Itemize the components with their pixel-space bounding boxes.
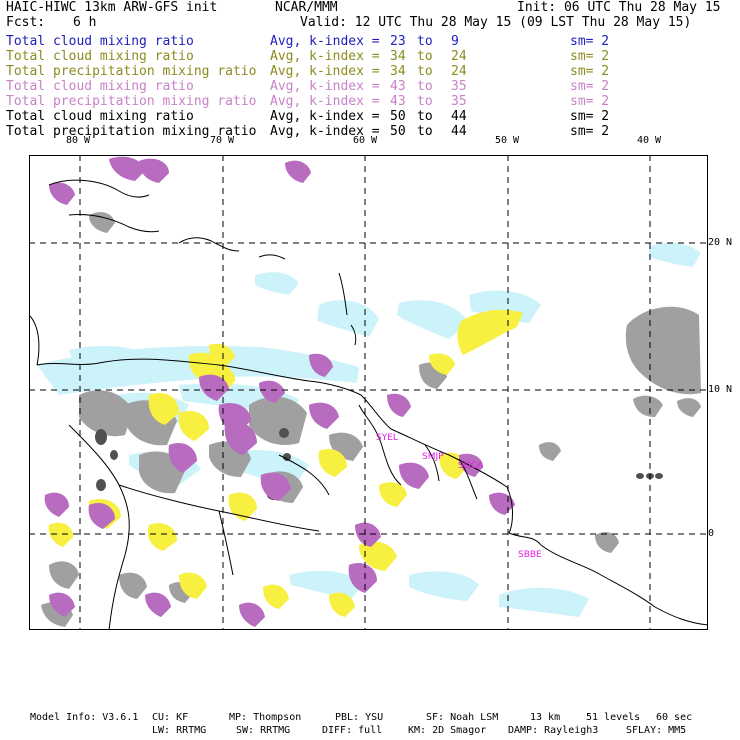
legend-to-word: to (417, 64, 433, 79)
lon-label-60w: 60 W (353, 135, 378, 146)
legend-k-from: 23 (390, 34, 406, 49)
legend-k-from: 43 (390, 79, 406, 94)
legend-to-word: to (417, 109, 433, 124)
model-version: Model Info: V3.6.1 (30, 712, 139, 723)
legend-smoothing: sm= 2 (570, 49, 610, 64)
legend-smoothing: sm= 2 (570, 34, 610, 49)
legend-to-word: to (417, 124, 433, 139)
legend-k-from: 43 (390, 94, 406, 109)
legend-to-word: to (417, 34, 433, 49)
legend-k-to: 35 (451, 94, 467, 109)
diffusion: DIFF: full (322, 725, 383, 736)
station-soca: SOCA (458, 461, 484, 471)
legend-avg-label: Avg, k-index = (270, 49, 380, 64)
legend-to-word: to (417, 49, 433, 64)
damping: DAMP: Rayleigh3 (508, 725, 599, 736)
legend-k-from: 50 (390, 109, 406, 124)
legend-smoothing: sm= 2 (570, 94, 610, 109)
legend-k-from: 34 (390, 49, 406, 64)
legend-field-name: Total cloud mixing ratio (6, 79, 194, 94)
legend-smoothing: sm= 2 (570, 64, 610, 79)
legend-avg-label: Avg, k-index = (270, 109, 380, 124)
station-sbbe: SBBE (518, 550, 542, 560)
lat-label-10n: 10 N (708, 384, 733, 395)
time-step: 60 sec (656, 712, 693, 723)
legend-field-name: Total cloud mixing ratio (6, 109, 194, 124)
legend-smoothing: sm= 2 (570, 109, 610, 124)
org-label: NCAR/MMM (275, 0, 338, 15)
km-option: KM: 2D Smagor (408, 725, 487, 736)
legend-k-to: 35 (451, 79, 467, 94)
lon-label-40w: 40 W (637, 135, 662, 146)
microphysics: MP: Thompson (229, 712, 302, 723)
legend-to-word: to (417, 94, 433, 109)
forecast-label: Fcst: (6, 15, 46, 30)
lat-label-0: 0 (708, 528, 715, 539)
legend-avg-label: Avg, k-index = (270, 94, 380, 109)
vertical-levels: 51 levels (586, 712, 641, 723)
station-syel: SYEL (376, 433, 398, 443)
legend-avg-label: Avg, k-index = (270, 79, 380, 94)
station-smjp: SMJP (422, 452, 444, 462)
precip-purple-layer (44, 156, 515, 627)
legend-field-name: Total cloud mixing ratio (6, 49, 194, 64)
model-title: HAIC-HIWC 13km ARW-GFS init (6, 0, 218, 15)
pbl-scheme: PBL: YSU (335, 712, 384, 723)
weather-map: SYEL SMJP SOCA SBBE (29, 155, 708, 630)
legend-smoothing: sm= 2 (570, 79, 610, 94)
lon-label-70w: 70 W (210, 135, 235, 146)
surface-layer: SFLAY: MM5 (626, 725, 687, 736)
longwave-scheme: LW: RRTMG (152, 725, 207, 736)
legend-k-to: 44 (451, 124, 467, 139)
legend-field-name: Total precipitation mixing ratio (6, 94, 257, 109)
legend-k-to: 9 (451, 34, 459, 49)
legend-k-from: 50 (390, 124, 406, 139)
legend-k-to: 24 (451, 64, 467, 79)
legend-field-name: Total precipitation mixing ratio (6, 64, 257, 79)
lat-label-20n: 20 N (708, 237, 733, 248)
legend-k-from: 34 (390, 64, 406, 79)
legend-to-word: to (417, 79, 433, 94)
cumulus-scheme: CU: KF (152, 712, 189, 723)
legend-k-to: 24 (451, 49, 467, 64)
valid-time: Valid: 12 UTC Thu 28 May 15 (09 LST Thu … (300, 15, 692, 30)
legend-avg-label: Avg, k-index = (270, 34, 380, 49)
legend-field-name: Total cloud mixing ratio (6, 34, 194, 49)
forecast-hour: 6 h (73, 15, 97, 30)
legend-avg-label: Avg, k-index = (270, 64, 380, 79)
legend-smoothing: sm= 2 (570, 124, 610, 139)
shortwave-scheme: SW: RRTMG (236, 725, 291, 736)
lon-label-50w: 50 W (495, 135, 520, 146)
init-time: Init: 06 UTC Thu 28 May 15 (517, 0, 721, 15)
legend-k-to: 44 (451, 109, 467, 124)
lon-label-80w: 80 W (66, 135, 91, 146)
grid-spacing: 13 km (530, 712, 561, 723)
surface-scheme: SF: Noah LSM (426, 712, 499, 723)
